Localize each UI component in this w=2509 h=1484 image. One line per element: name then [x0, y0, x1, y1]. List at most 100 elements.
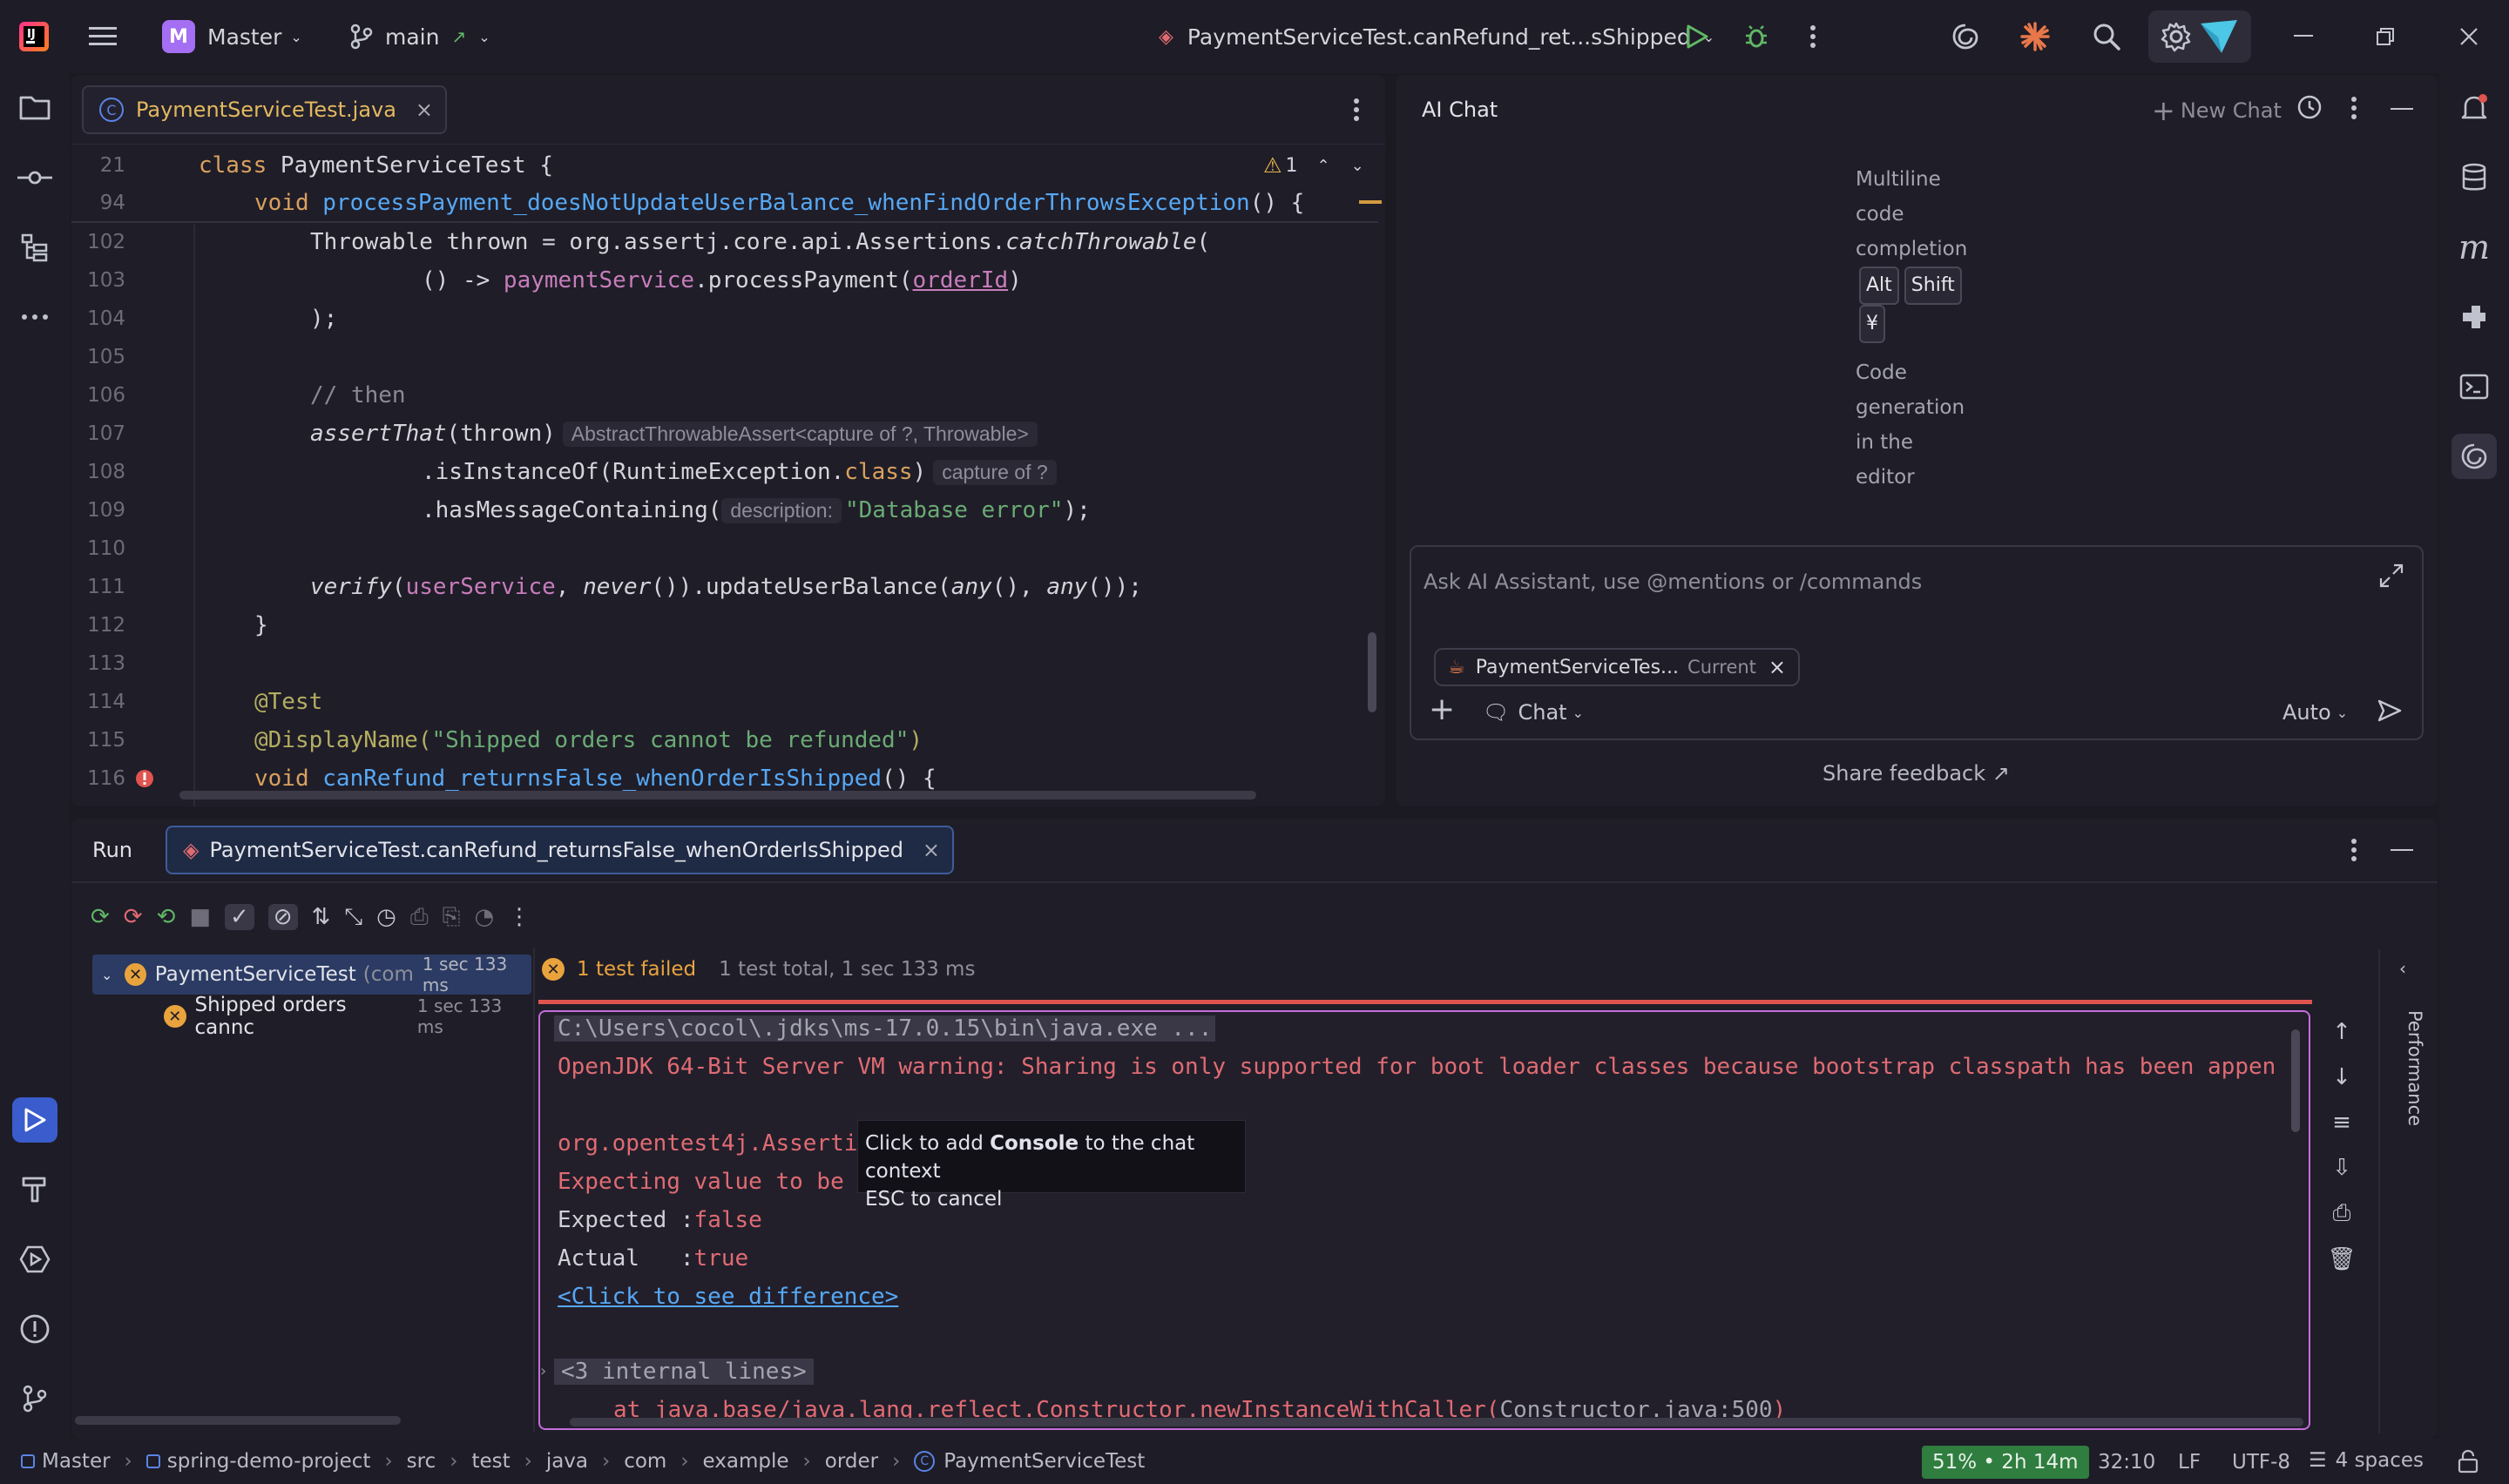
minimize-panel-icon[interactable] [2391, 849, 2413, 851]
tree-item-child[interactable]: ✕ Shipped orders cannc 1 sec 133 ms [92, 994, 531, 1039]
run-tab[interactable]: ◈ PaymentServiceTest.canRefund_returnsFa… [166, 826, 955, 874]
minimize-panel-icon[interactable] [2391, 108, 2413, 110]
cursor-position[interactable]: 32:10 [2098, 1451, 2155, 1474]
editor-horizontal-scrollbar[interactable] [179, 791, 1256, 799]
code-line[interactable]: 108 .isInstanceOf(RuntimeException. class… [71, 453, 1378, 491]
chat-more-icon[interactable] [2350, 96, 2357, 120]
see-difference-link[interactable]: <Click to see difference> [558, 1284, 898, 1310]
context-file-chip[interactable]: ☕ PaymentServiceTes... Current × [1434, 648, 1800, 686]
history-clock-icon[interactable] [2296, 94, 2323, 120]
console-output[interactable]: C:\Users\cocol\.jdks\ms-17.0.15\bin\java… [538, 1010, 2310, 1430]
sort-by-duration-icon[interactable]: ◷ [376, 904, 396, 930]
print-icon[interactable]: ⎙ [2333, 1200, 2351, 1227]
notifications-bell-icon[interactable] [2452, 85, 2497, 131]
expand-icon[interactable] [2378, 563, 2404, 589]
maven-icon[interactable]: m [2452, 225, 2497, 270]
ai-chat-tool-icon[interactable] [2452, 434, 2497, 479]
warning-indicator[interactable]: ⚠ 1 ⌃ ⌄ [1263, 153, 1364, 178]
gear-icon[interactable] [2161, 21, 2192, 52]
ai-assistant-icon[interactable] [1948, 0, 1983, 73]
code-line[interactable]: 109 .hasMessageContaining(description: "D… [71, 491, 1378, 530]
close-tab-icon[interactable]: × [923, 838, 940, 862]
show-ignored-icon[interactable]: ⊘ [267, 904, 298, 930]
breadcrumb-item[interactable]: src [407, 1450, 436, 1473]
sort-alphabetically-icon[interactable]: ⇅ [312, 904, 331, 930]
run-icon[interactable] [1680, 0, 1714, 73]
indent-setting[interactable]: ☰ 4 spaces [2309, 1449, 2424, 1472]
code-line[interactable]: 104 ); [71, 300, 1378, 338]
more-tools-icon[interactable] [12, 294, 57, 340]
chat-input-placeholder[interactable]: Ask AI Assistant, use @mentions or /comm… [1424, 570, 1922, 594]
chevron-down-icon[interactable]: ⌄ [1351, 157, 1364, 175]
debug-icon[interactable] [1739, 0, 1774, 73]
chat-mode-dropdown[interactable]: 🗨 Chat ⌄ [1483, 700, 1584, 725]
soft-wrap-icon[interactable]: ≡ [2332, 1110, 2351, 1136]
breadcrumb-item[interactable]: PaymentServiceTest [943, 1450, 1145, 1473]
run-more-icon[interactable] [2350, 838, 2357, 862]
editor-more-icon[interactable] [1343, 96, 1369, 124]
app-logo-icon[interactable]: IJ [19, 0, 49, 73]
screenshot-icon[interactable]: ⎙ [410, 904, 429, 931]
database-icon[interactable] [2452, 155, 2497, 200]
chevron-up-icon[interactable]: ⌃ [1317, 157, 1330, 175]
arrow-down-icon[interactable]: ↓ [2332, 1064, 2351, 1090]
remove-context-icon[interactable]: × [1768, 655, 1786, 679]
code-line[interactable]: 106 // then [71, 376, 1378, 415]
code-line[interactable]: 114 @Test [71, 683, 1378, 721]
tree-horizontal-scrollbar[interactable] [75, 1416, 401, 1425]
show-passed-icon[interactable]: ✓ [224, 904, 254, 930]
breadcrumb-item[interactable]: Master [42, 1450, 111, 1473]
memory-indicator[interactable]: 51% • 2h 14m [1922, 1446, 2089, 1479]
scroll-to-end-icon[interactable]: ⇩ [2332, 1155, 2351, 1181]
rerun-icon[interactable]: ⟳ [91, 904, 110, 930]
share-feedback-link[interactable]: Share feedback ↗ [1823, 761, 2010, 786]
file-encoding[interactable]: UTF-8 [2232, 1451, 2290, 1474]
performance-side-tab[interactable]: Performance [2403, 1010, 2429, 1150]
stop-icon[interactable]: ■ [189, 904, 211, 930]
trash-icon[interactable]: 🗑 [2327, 1246, 2356, 1272]
run-config-selector[interactable]: ◈ PaymentServiceTest.canRefund_ret...sSh… [1159, 0, 1714, 73]
arrow-up-icon[interactable]: ↑ [2332, 1019, 2351, 1045]
line-separator[interactable]: LF [2178, 1451, 2201, 1474]
toolbar-more-icon[interactable]: ⋮ [508, 904, 531, 930]
breadcrumb-item[interactable]: order [825, 1450, 878, 1473]
code-line[interactable]: 21 class PaymentServiceTest { ⚠ 1 ⌃ ⌄ [71, 146, 1378, 185]
code-line[interactable]: 94 void processPayment_doesNotUpdateUser… [71, 185, 1382, 223]
tree-item-root[interactable]: ⌄ ✕ PaymentServiceTest (com 1 sec 133 ms [92, 954, 531, 995]
branch-selector[interactable]: main ↗ ⌄ [350, 0, 490, 73]
console-horizontal-scrollbar[interactable] [570, 1418, 2303, 1427]
problems-icon[interactable] [12, 1306, 57, 1352]
expand-chevron-icon[interactable]: › [540, 1362, 546, 1380]
code-line[interactable]: 113 [71, 644, 1378, 683]
toggle-auto-test-icon[interactable]: ⟲ [157, 904, 176, 930]
model-dropdown[interactable]: Auto ⌄ [2282, 700, 2348, 725]
editor-vertical-scrollbar[interactable] [1368, 632, 1376, 712]
code-line[interactable]: 115 @DisplayName("Shipped orders cannot … [71, 721, 1378, 759]
plugin-puzzle-icon[interactable] [2452, 294, 2497, 340]
more-actions-icon[interactable] [1800, 0, 1826, 73]
terminal-icon[interactable] [2452, 364, 2497, 409]
settings-group[interactable] [2148, 10, 2251, 63]
minimize-window-icon[interactable] [2286, 0, 2321, 73]
rerun-failed-icon[interactable]: ⟳ [124, 904, 143, 930]
collapse-all-icon[interactable]: ⤡ [344, 904, 362, 931]
code-line[interactable]: 111 verify(userService, never()).updateU… [71, 568, 1378, 606]
restore-window-icon[interactable] [2368, 0, 2403, 73]
git-icon[interactable] [12, 1376, 57, 1421]
code-line[interactable]: 112 } [71, 606, 1378, 644]
close-window-icon[interactable] [2452, 0, 2486, 73]
breadcrumb-item[interactable]: spring-demo-project [167, 1450, 371, 1473]
breadcrumb-item[interactable]: test [471, 1450, 510, 1473]
editor-tab-paymentservicetest[interactable]: C PaymentServiceTest.java × [82, 85, 447, 134]
structure-icon[interactable] [12, 225, 57, 270]
code-line[interactable]: 110 [71, 530, 1378, 568]
claude-icon[interactable] [2018, 0, 2053, 73]
code-line[interactable]: 103 () -> paymentService.processPayment(… [71, 261, 1378, 300]
add-context-plus-icon[interactable]: + [1429, 691, 1455, 727]
breadcrumb-item[interactable]: example [703, 1450, 789, 1473]
chevron-left-icon[interactable]: ‹ [2399, 958, 2406, 979]
console-command-line[interactable]: C:\Users\cocol\.jdks\ms-17.0.15\bin\java… [554, 1015, 1216, 1042]
close-tab-icon[interactable]: × [416, 98, 433, 122]
chat-input-box[interactable]: Ask AI Assistant, use @mentions or /comm… [1410, 545, 2424, 740]
project-folder-icon[interactable] [12, 85, 57, 131]
